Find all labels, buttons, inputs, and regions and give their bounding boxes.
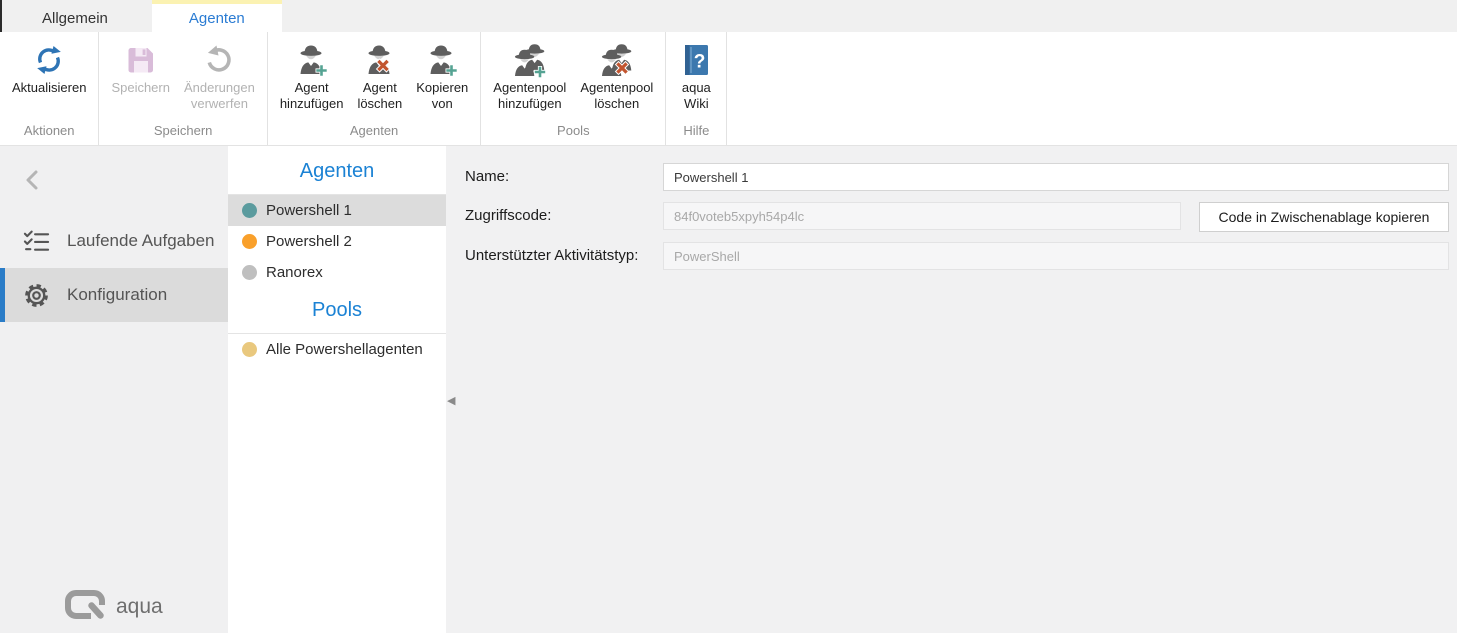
aenderungen-verwerfen-button[interactable]: Änderungen verwerfen	[179, 37, 260, 111]
agent-loeschen-button[interactable]: Agent löschen	[352, 37, 407, 111]
pool-add-icon	[508, 40, 552, 80]
name-input[interactable]	[663, 163, 1449, 191]
gear-icon	[22, 281, 50, 309]
agent-status-dot	[242, 265, 257, 280]
ribbon-tab-bar: Allgemein Agenten	[0, 0, 1457, 32]
aqua-logo-text: aqua	[116, 595, 163, 619]
agent-list-item-powershell-1[interactable]: Powershell 1	[228, 195, 446, 226]
zugriffscode-label: Zugriffscode:	[465, 202, 551, 230]
agent-list-panel: Agenten Powershell 1 Powershell 2 Ranore…	[228, 146, 446, 633]
ribbon-group-label: Pools	[488, 118, 658, 145]
save-icon	[123, 40, 159, 80]
pool-delete-icon	[595, 40, 639, 80]
agentenpool-loeschen-button[interactable]: Agentenpool löschen	[575, 37, 658, 111]
ribbon-group-speichern: Speichern Änderungen verwerfen Speichern	[99, 32, 267, 145]
agents-header: Agenten	[228, 146, 446, 195]
agent-list-item-powershell-2[interactable]: Powershell 2	[228, 226, 446, 257]
kopieren-von-button[interactable]: Kopieren von	[411, 37, 473, 111]
speichern-button[interactable]: Speichern	[106, 37, 175, 96]
ribbon: Aktualisieren Aktionen Speichern	[0, 32, 1457, 146]
wiki-book-icon: ?	[678, 40, 714, 80]
pool-list-item-alle-powershellagenten[interactable]: Alle Powershellagenten	[228, 334, 446, 365]
ribbon-group-aktionen: Aktualisieren Aktionen	[0, 32, 99, 145]
aktivitaetstyp-label: Unterstützter Aktivitätstyp:	[465, 242, 638, 270]
aktualisieren-button[interactable]: Aktualisieren	[7, 37, 91, 96]
agent-name: Ranorex	[266, 264, 323, 281]
tab-allgemein[interactable]: Allgemein	[18, 0, 132, 32]
agentenpool-hinzufuegen-button[interactable]: Agentenpool hinzufügen	[488, 37, 571, 111]
back-button[interactable]	[22, 168, 50, 196]
agent-name: Powershell 2	[266, 233, 352, 250]
tab-agenten[interactable]: Agenten	[152, 0, 282, 32]
aqua-logo: aqua	[64, 589, 163, 625]
agent-delete-icon	[362, 40, 398, 80]
sidebar-item-label: Laufende Aufgaben	[67, 231, 214, 251]
agent-status-dot	[242, 234, 257, 249]
ribbon-group-label: Speichern	[106, 118, 259, 145]
ribbon-group-label: Hilfe	[673, 118, 719, 145]
chevron-left-icon	[22, 168, 44, 197]
copy-code-button[interactable]: Code in Zwischenablage kopieren	[1199, 202, 1449, 232]
sidebar-item-konfiguration[interactable]: Konfiguration	[0, 268, 228, 322]
collapse-panel-arrow[interactable]: ◀	[447, 396, 455, 407]
zugriffscode-input	[663, 202, 1181, 230]
pool-name: Alle Powershellagenten	[266, 341, 423, 358]
aktivitaetstyp-input	[663, 242, 1449, 270]
agent-detail-panel: ◀ Name: Zugriffscode: Code in Zwischenab…	[446, 146, 1457, 633]
pool-status-dot	[242, 342, 257, 357]
task-list-icon	[22, 227, 50, 255]
name-label: Name:	[465, 163, 509, 191]
sidebar-item-laufende-aufgaben[interactable]: Laufende Aufgaben	[0, 214, 228, 268]
aqua-wiki-button[interactable]: ? aqua Wiki	[673, 37, 719, 111]
svg-text:?: ?	[694, 52, 706, 73]
app-window: Allgemein Agenten	[0, 0, 1457, 633]
ribbon-group-label: Aktionen	[7, 118, 91, 145]
agent-copy-icon	[424, 40, 460, 80]
sidebar-item-label: Konfiguration	[67, 285, 167, 305]
ribbon-group-agenten: Agent hinzufügen Agent löschen	[268, 32, 481, 145]
undo-icon	[201, 40, 237, 80]
agent-add-icon	[294, 40, 330, 80]
agent-name: Powershell 1	[266, 202, 352, 219]
ribbon-group-hilfe: ? aqua Wiki Hilfe	[666, 32, 727, 145]
ribbon-group-pools: Agentenpool hinzufügen Agentenpool lösch…	[481, 32, 666, 145]
agent-hinzufuegen-button[interactable]: Agent hinzufügen	[275, 37, 349, 111]
ribbon-group-label: Agenten	[275, 118, 473, 145]
sidebar: Laufende Aufgaben Konfiguration	[0, 146, 228, 633]
aqua-logo-icon	[64, 589, 106, 625]
main-area: Laufende Aufgaben Konfiguration	[0, 146, 1457, 633]
agent-status-dot	[242, 203, 257, 218]
pools-header: Pools	[228, 288, 446, 334]
refresh-icon	[31, 40, 67, 80]
agent-list-item-ranorex[interactable]: Ranorex	[228, 257, 446, 288]
